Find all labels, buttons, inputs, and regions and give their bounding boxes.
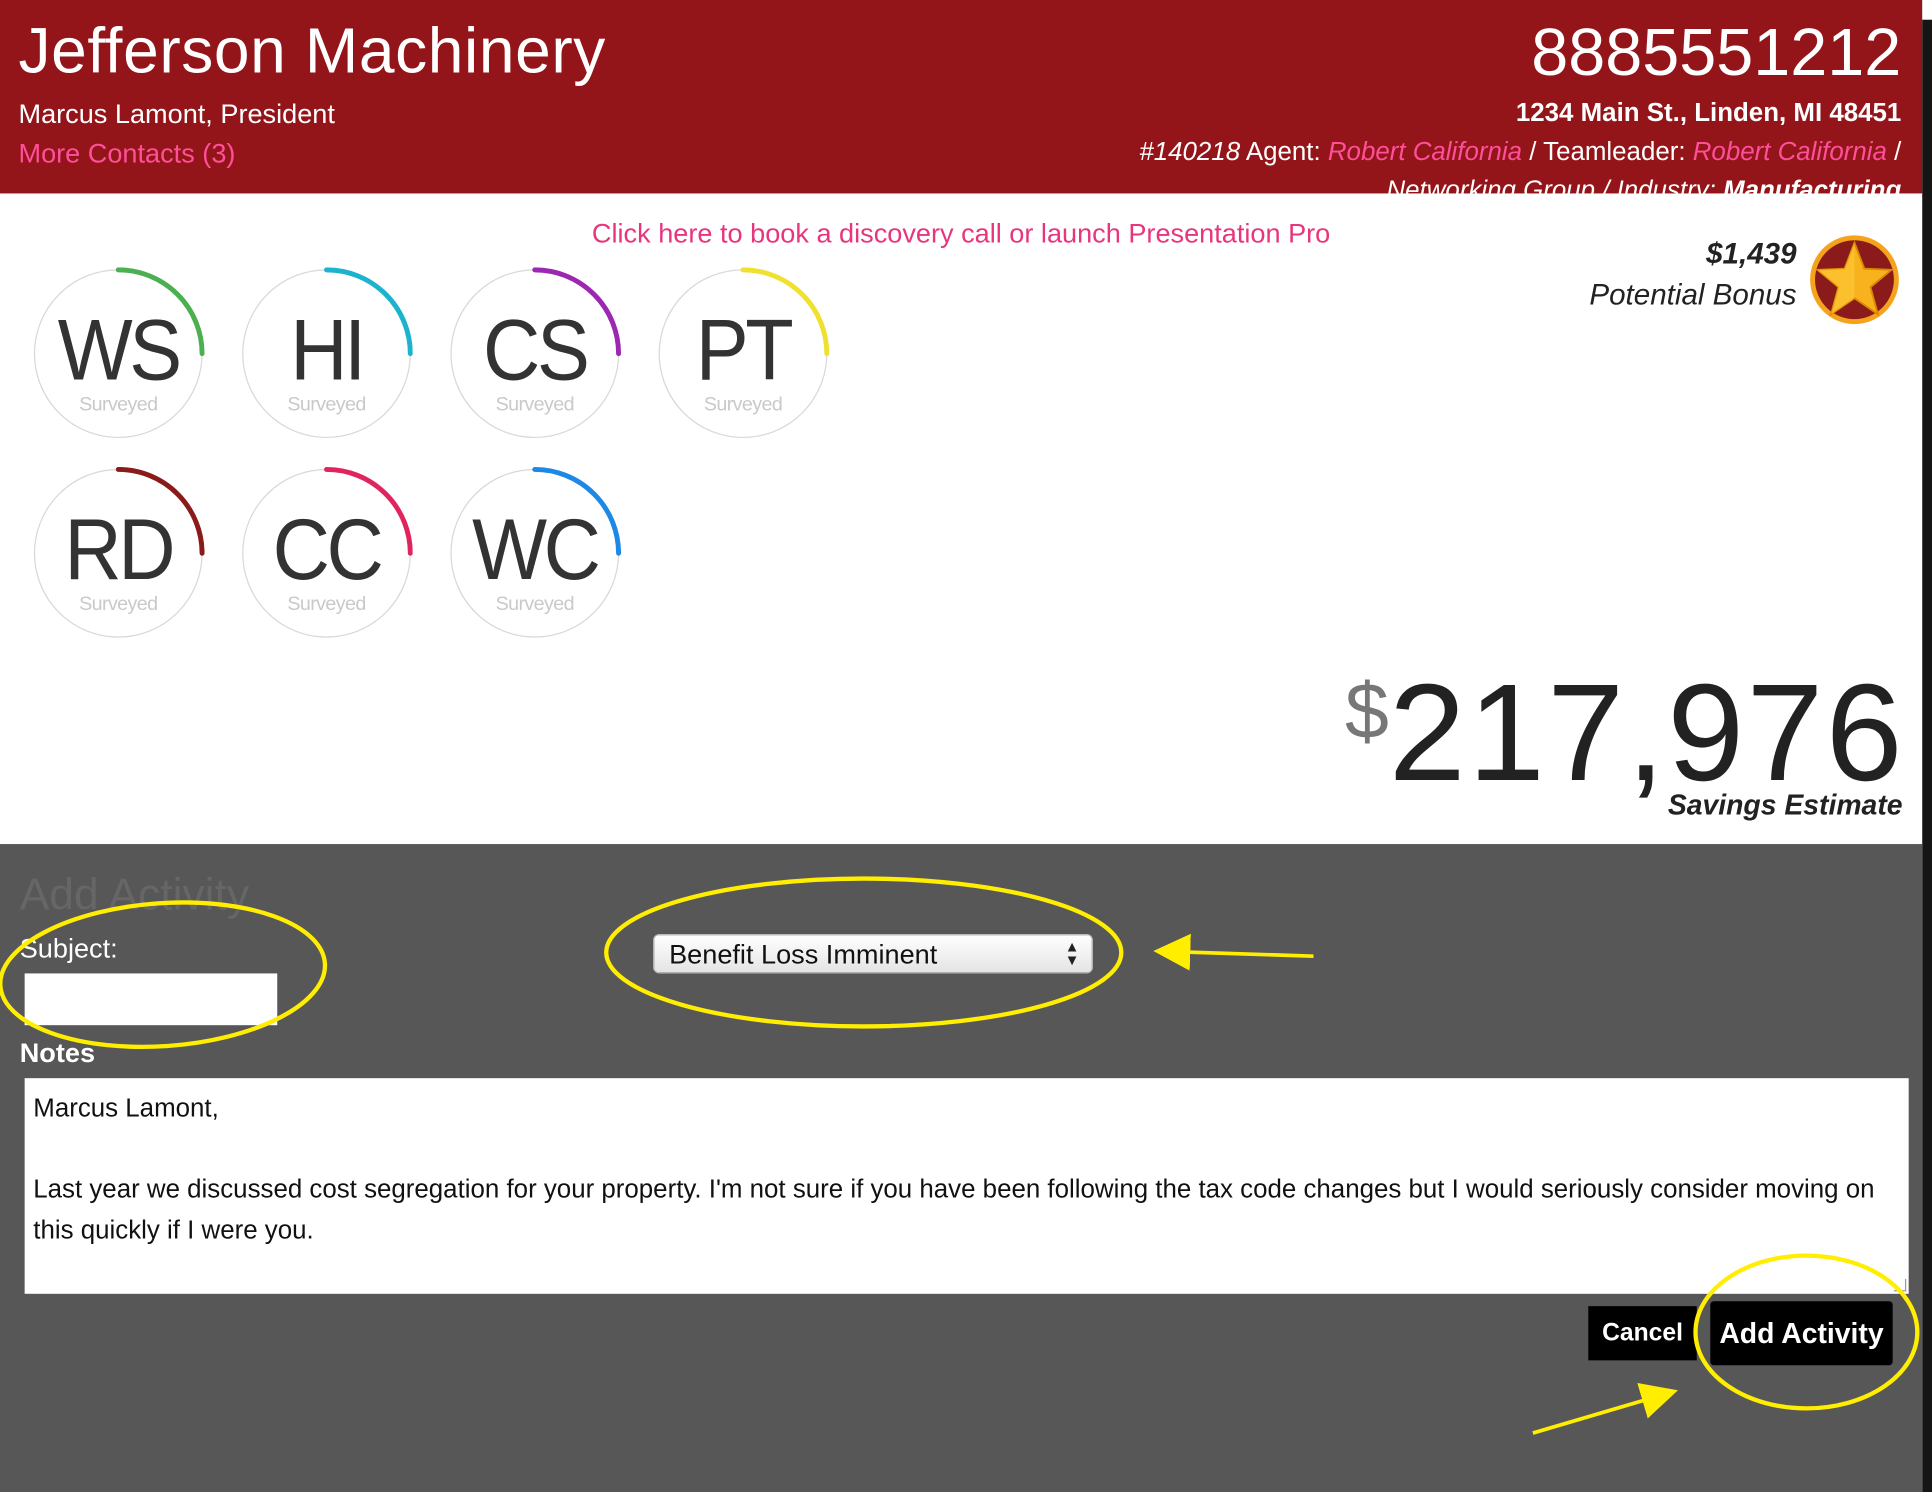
arrow-to-select — [1153, 933, 1314, 971]
highlight-ellipse-select — [604, 876, 1124, 1029]
highlight-ellipse-add-button — [1693, 1253, 1920, 1411]
annotation-overlay — [0, 876, 1920, 1435]
highlight-ellipse-subject — [0, 900, 328, 1050]
arrow-to-add-button — [1532, 1383, 1678, 1435]
screen: Jefferson Machinery Marcus Lamont, Presi… — [0, 0, 1932, 1492]
